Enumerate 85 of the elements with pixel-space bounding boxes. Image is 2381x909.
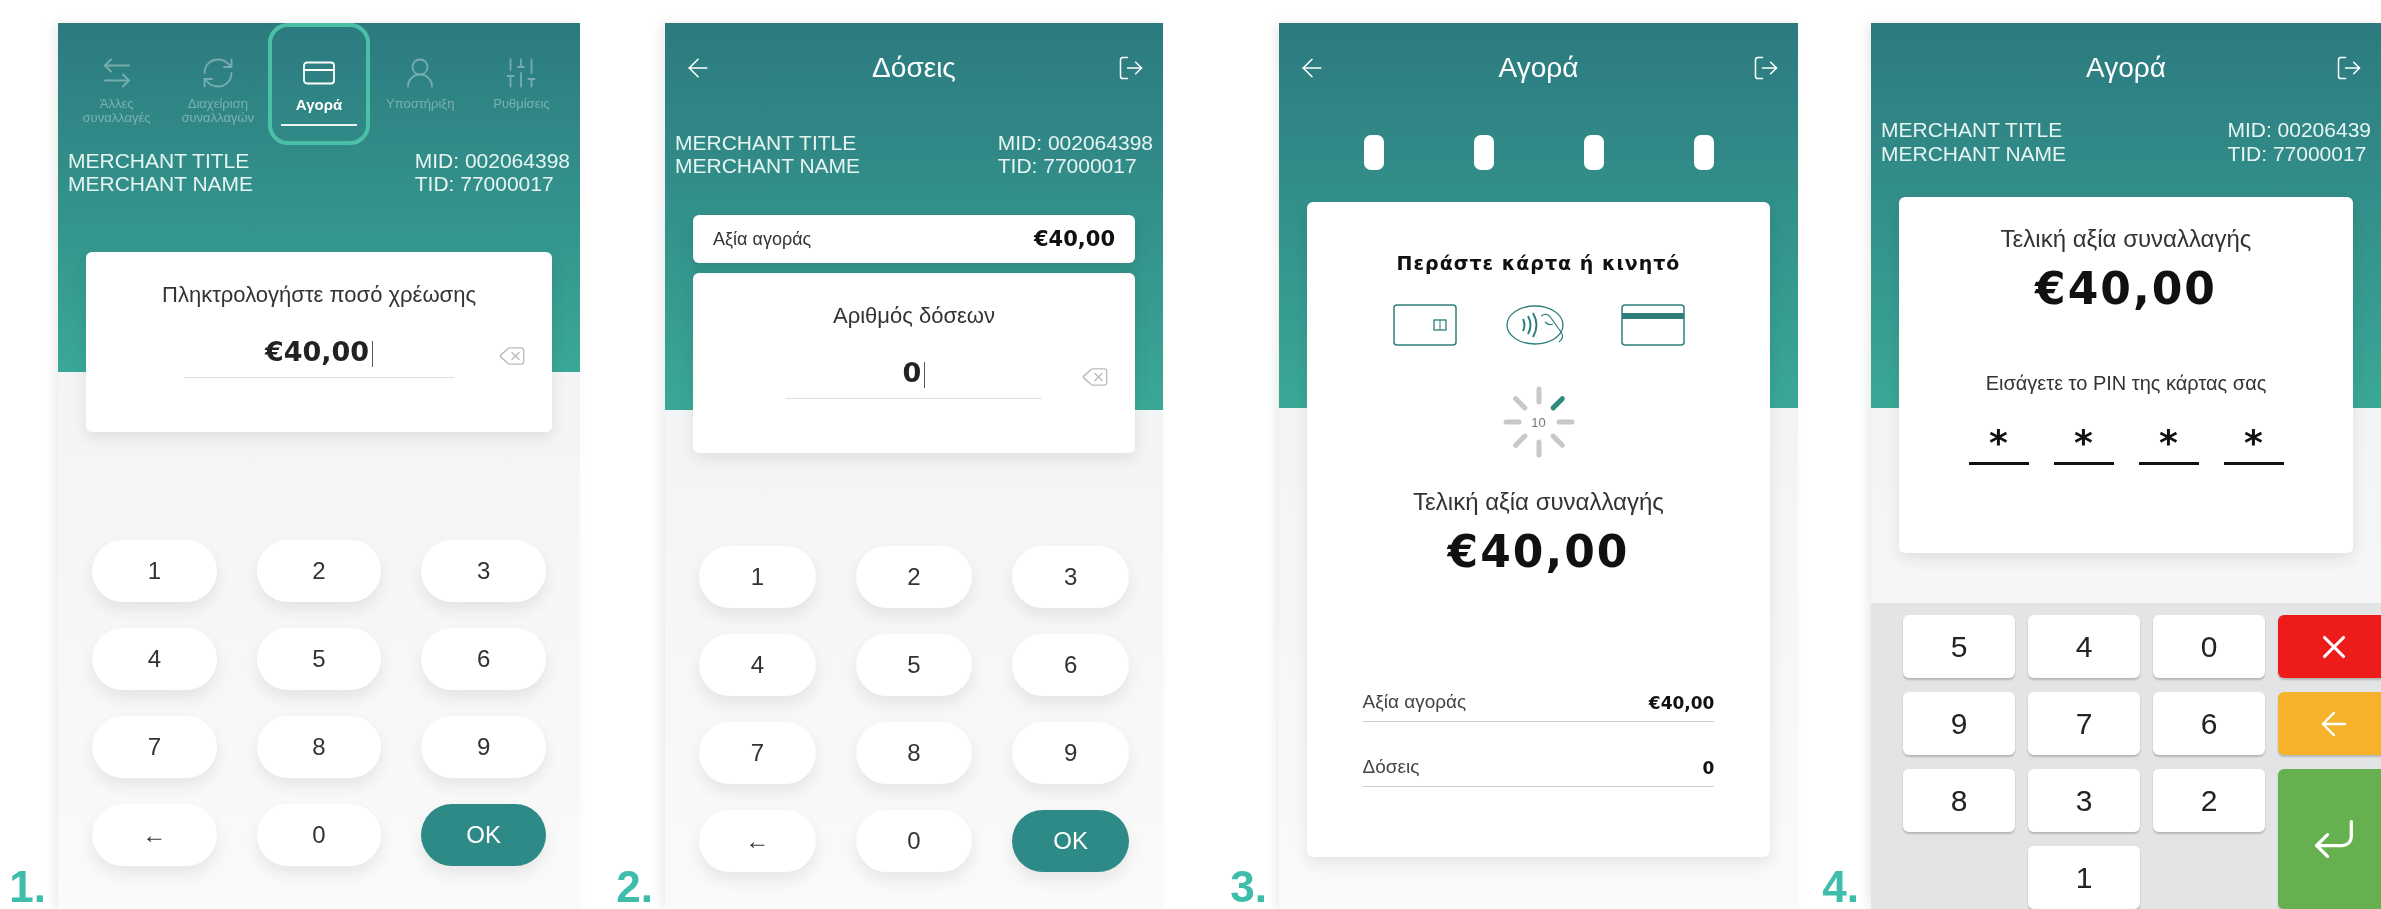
digit-key[interactable]: 9: [1903, 692, 2015, 755]
merchant-title: MERCHANT TITLE: [1881, 118, 2064, 142]
merchant-id: MID: 00206439: [2227, 118, 2371, 142]
digit-key[interactable]: 2: [256, 540, 382, 603]
progress-pill: [1693, 135, 1714, 170]
cancel-button[interactable]: [2278, 615, 2381, 678]
digit-key[interactable]: 5: [855, 634, 973, 697]
merchant-name: MERCHANT NAME: [1881, 141, 2067, 165]
exit-button[interactable]: [1752, 54, 1780, 82]
back-key[interactable]: ←: [699, 810, 816, 873]
progress-pill: [1583, 135, 1604, 170]
pin-digit: *: [1968, 422, 2029, 466]
stripe-card-icon: [1620, 304, 1685, 346]
pin-prompt: Εισάγετε το PIN της κάρτας σας: [1985, 371, 2267, 395]
digit-key[interactable]: 2: [855, 546, 973, 609]
digit-key[interactable]: 1: [92, 540, 217, 603]
digit-key[interactable]: 6: [421, 628, 546, 691]
digit-key[interactable]: 0: [256, 804, 382, 867]
merchant-id: MID: 002064398: [414, 149, 570, 173]
digit-key[interactable]: 8: [256, 716, 382, 779]
progress-pill: [1473, 135, 1494, 170]
nav-tab[interactable]: Αγορά: [268, 23, 370, 145]
digit-key[interactable]: 7: [92, 716, 217, 779]
digit-key[interactable]: 4: [92, 628, 217, 691]
digit-key[interactable]: 7: [2028, 692, 2140, 755]
amount-field[interactable]: 0: [785, 357, 1043, 400]
progress-pill: [1363, 135, 1384, 170]
spinner-icon: [1502, 386, 1575, 458]
amount-field[interactable]: €40,00: [183, 336, 455, 379]
digit-key[interactable]: 3: [421, 540, 546, 603]
screen-title: Δόσεις: [871, 52, 957, 84]
digit-key[interactable]: 6: [2153, 692, 2265, 755]
digit-key[interactable]: 7: [699, 722, 816, 785]
digit-key[interactable]: 2: [2153, 769, 2265, 832]
digit-key[interactable]: 6: [1012, 634, 1129, 697]
merchant-title: MERCHANT TITLE: [675, 131, 858, 155]
digit-key[interactable]: 1: [699, 546, 816, 609]
exit-button[interactable]: [1117, 54, 1145, 82]
detail-label: Δόσεις: [1362, 756, 1420, 778]
pin-digit: *: [2223, 422, 2284, 466]
digit-key[interactable]: 4: [699, 634, 816, 697]
terminal-id: TID: 77000017: [997, 154, 1138, 178]
step-number: 1.: [9, 865, 46, 909]
digit-key[interactable]: 9: [1012, 722, 1129, 785]
terminal-id: TID: 77000017: [414, 172, 555, 196]
merchant-name: MERCHANT NAME: [68, 172, 254, 196]
digit-key[interactable]: 1: [2028, 846, 2140, 909]
detail-value: €40,00: [1648, 693, 1715, 713]
digit-key[interactable]: 8: [855, 722, 973, 785]
total-amount: €40,00: [1447, 526, 1630, 577]
pin-digit: *: [2138, 422, 2199, 466]
digit-key[interactable]: 3: [1012, 546, 1129, 609]
countdown: 10: [1531, 414, 1546, 430]
digit-key[interactable]: 0: [2153, 615, 2265, 678]
terminal-id: TID: 77000017: [2227, 141, 2368, 165]
summary-value: €40,00: [1033, 227, 1115, 252]
merchant-title: MERCHANT TITLE: [68, 149, 251, 173]
card-instruction: Περάστε κάρτα ή κινητό: [1396, 252, 1681, 274]
step-number: 2.: [616, 865, 653, 909]
ok-button[interactable]: OK: [1012, 810, 1129, 873]
merchant-name: MERCHANT NAME: [675, 154, 861, 178]
screen-title: Αγορά: [1497, 52, 1580, 84]
digit-key[interactable]: 3: [2028, 769, 2140, 832]
digit-key[interactable]: 0: [855, 810, 973, 873]
chip-card-icon: [1392, 304, 1457, 346]
digit-key[interactable]: 5: [256, 628, 382, 691]
screen-title: Αγορά: [2085, 51, 2167, 84]
digit-key[interactable]: 8: [1903, 769, 2015, 832]
total-label: Τελική αξία συναλλαγής: [1413, 488, 1664, 516]
entry-prompt: Πληκτρολογήστε ποσό χρέωσης: [162, 282, 476, 309]
detail-label: Αξία αγοράς: [1362, 691, 1467, 713]
step-number: 3.: [1230, 865, 1267, 909]
digit-key[interactable]: 4: [2028, 615, 2140, 678]
ok-button[interactable]: OK: [421, 804, 546, 867]
summary-label: Αξία αγοράς: [713, 228, 812, 250]
total-label: Τελική αξία συναλλαγής: [2000, 224, 2252, 253]
step-number: 4.: [1822, 865, 1859, 909]
back-key[interactable]: ←: [92, 804, 217, 867]
merchant-id: MID: 002064398: [997, 131, 1153, 155]
digit-key[interactable]: 9: [421, 716, 546, 779]
detail-value: 0: [1702, 758, 1715, 778]
total-amount: €40,00: [2035, 262, 2217, 314]
entry-prompt: Αριθμός δόσεων: [833, 303, 995, 330]
digit-key[interactable]: 5: [1903, 615, 2015, 678]
pin-digit: *: [2053, 422, 2114, 466]
